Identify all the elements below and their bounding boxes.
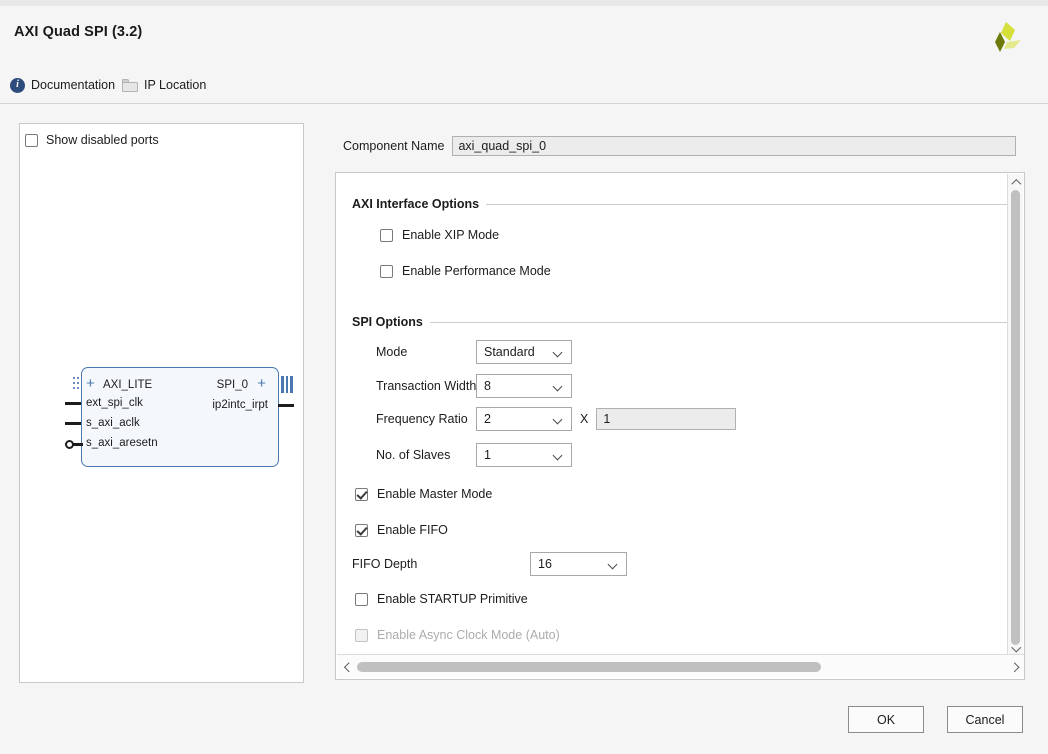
enable-performance-mode-label: Enable Performance Mode <box>402 264 551 278</box>
spi-0-expand-icon[interactable]: + <box>257 376 266 391</box>
port-label-spi-0: SPI_0 <box>216 379 248 391</box>
ip-symbol-panel: Show disabled ports + AXI_LITE ext_spi_c… <box>19 123 304 683</box>
frequency-ratio-dropdown[interactable]: 2 <box>476 407 572 431</box>
port-pin-s-axi-aclk <box>65 422 81 425</box>
frequency-ratio-row: Frequency Ratio 2 X 1 <box>376 407 737 431</box>
multiplier-symbol: X <box>580 412 589 426</box>
scroll-left-button[interactable] <box>339 659 354 674</box>
enable-fifo-row[interactable]: Enable FIFO <box>355 523 448 537</box>
scroll-up-button[interactable] <box>1008 174 1023 189</box>
title-bar: AXI Quad SPI (3.2) <box>0 6 1048 66</box>
chevron-down-icon <box>609 561 617 566</box>
fifo-depth-dropdown[interactable]: 16 <box>530 552 627 576</box>
axi-lite-expand-icon[interactable]: + <box>86 376 95 391</box>
options-scroll-viewport: AXI Interface Options Enable XIP Mode En… <box>337 174 1008 655</box>
toolbar-divider <box>0 103 1048 104</box>
ip-location-link[interactable]: IP Location <box>122 74 206 96</box>
frequency-ratio-value: 2 <box>484 412 491 426</box>
chevron-down-icon <box>554 416 562 421</box>
enable-fifo-checkbox[interactable] <box>355 523 368 537</box>
ip-location-label: IP Location <box>144 78 207 92</box>
enable-startup-primitive-label: Enable STARTUP Primitive <box>377 592 528 606</box>
enable-master-mode-label: Enable Master Mode <box>377 487 493 501</box>
enable-async-clock-mode-checkbox <box>355 628 368 642</box>
enable-performance-mode-checkbox[interactable] <box>380 264 393 278</box>
component-name-input[interactable] <box>452 136 1017 156</box>
no-of-slaves-dropdown[interactable]: 1 <box>476 443 572 467</box>
cancel-button[interactable]: Cancel <box>947 706 1023 733</box>
documentation-label: Documentation <box>31 78 116 92</box>
port-pin-s-axi-aresetn <box>65 440 83 449</box>
section-header-axi-interface-options: AXI Interface Options <box>352 196 1007 212</box>
enable-startup-primitive-checkbox[interactable] <box>355 592 368 606</box>
scroll-down-button[interactable] <box>1008 640 1023 655</box>
show-disabled-ports-row[interactable]: Show disabled ports <box>25 133 159 147</box>
transaction-width-value: 8 <box>484 379 491 393</box>
chevron-down-icon <box>554 349 562 354</box>
ip-block-diagram: + AXI_LITE ext_spi_clk s_axi_aclk s_axi_… <box>62 362 294 472</box>
vertical-scroll-thumb[interactable] <box>1011 190 1020 645</box>
enable-async-clock-mode-label: Enable Async Clock Mode (Auto) <box>377 628 560 642</box>
page-title: AXI Quad SPI (3.2) <box>14 24 143 40</box>
no-of-slaves-row: No. of Slaves 1 <box>376 443 572 467</box>
frequency-ratio-label: Frequency Ratio <box>376 412 468 426</box>
enable-xip-mode-label: Enable XIP Mode <box>402 228 500 242</box>
fifo-depth-label: FIFO Depth <box>352 557 418 571</box>
show-disabled-ports-label: Show disabled ports <box>46 133 159 147</box>
enable-startup-primitive-row[interactable]: Enable STARTUP Primitive <box>355 592 528 606</box>
mode-dropdown[interactable]: Standard <box>476 340 572 364</box>
options-vertical-scrollbar[interactable] <box>1007 174 1023 655</box>
mode-row: Mode Standard <box>376 340 572 364</box>
transaction-width-dropdown[interactable]: 8 <box>476 374 572 398</box>
port-pin-ip2intc-irpt <box>278 404 294 407</box>
enable-master-mode-checkbox[interactable] <box>355 487 368 501</box>
component-name-row: Component Name <box>343 136 1017 156</box>
component-name-label: Component Name <box>343 139 445 153</box>
port-label-axi-lite: AXI_LITE <box>103 379 153 391</box>
scroll-right-button[interactable] <box>1007 659 1022 674</box>
transaction-width-row: Transaction Width 8 <box>376 374 572 398</box>
info-icon: i <box>10 77 25 93</box>
horizontal-scroll-thumb[interactable] <box>357 662 821 672</box>
enable-performance-mode-row[interactable]: Enable Performance Mode <box>380 264 551 278</box>
enable-fifo-label: Enable FIFO <box>377 523 448 537</box>
section-header-spi-options: SPI Options <box>352 314 1007 330</box>
toolbar: i Documentation IP Location <box>0 70 1048 103</box>
no-of-slaves-label: No. of Slaves <box>376 448 451 462</box>
options-panel: AXI Interface Options Enable XIP Mode En… <box>335 172 1025 680</box>
enable-master-mode-row[interactable]: Enable Master Mode <box>355 487 492 501</box>
axi-lite-bus-connector-icon <box>73 377 81 390</box>
xilinx-logo <box>995 22 1021 52</box>
port-label-ext-spi-clk: ext_spi_clk <box>86 397 143 409</box>
mode-label: Mode <box>376 345 408 359</box>
port-label-s-axi-aclk: s_axi_aclk <box>86 417 140 429</box>
section-rule <box>429 321 1007 323</box>
frequency-multiplier-field[interactable]: 1 <box>596 408 737 430</box>
no-of-slaves-value: 1 <box>484 448 491 462</box>
port-pin-ext-spi-clk <box>65 402 81 405</box>
fifo-depth-value: 16 <box>538 557 552 571</box>
enable-xip-mode-row[interactable]: Enable XIP Mode <box>380 228 499 242</box>
options-horizontal-scrollbar[interactable] <box>337 654 1024 678</box>
port-label-ip2intc-irpt: ip2intc_irpt <box>212 399 268 411</box>
chevron-down-icon <box>554 383 562 388</box>
documentation-link[interactable]: i Documentation <box>10 74 115 96</box>
enable-xip-mode-checkbox[interactable] <box>380 228 393 242</box>
spi-0-bus-connector-icon <box>281 376 294 393</box>
ok-button[interactable]: OK <box>848 706 924 733</box>
fifo-depth-row: FIFO Depth 16 <box>352 552 627 576</box>
port-label-s-axi-aresetn: s_axi_aresetn <box>86 437 158 449</box>
section-rule <box>486 203 1007 205</box>
chevron-down-icon <box>554 452 562 457</box>
mode-value: Standard <box>484 345 535 359</box>
enable-async-clock-mode-row: Enable Async Clock Mode (Auto) <box>355 628 560 642</box>
folder-icon <box>122 78 138 92</box>
show-disabled-ports-checkbox[interactable] <box>25 133 38 147</box>
transaction-width-label: Transaction Width <box>376 379 477 393</box>
